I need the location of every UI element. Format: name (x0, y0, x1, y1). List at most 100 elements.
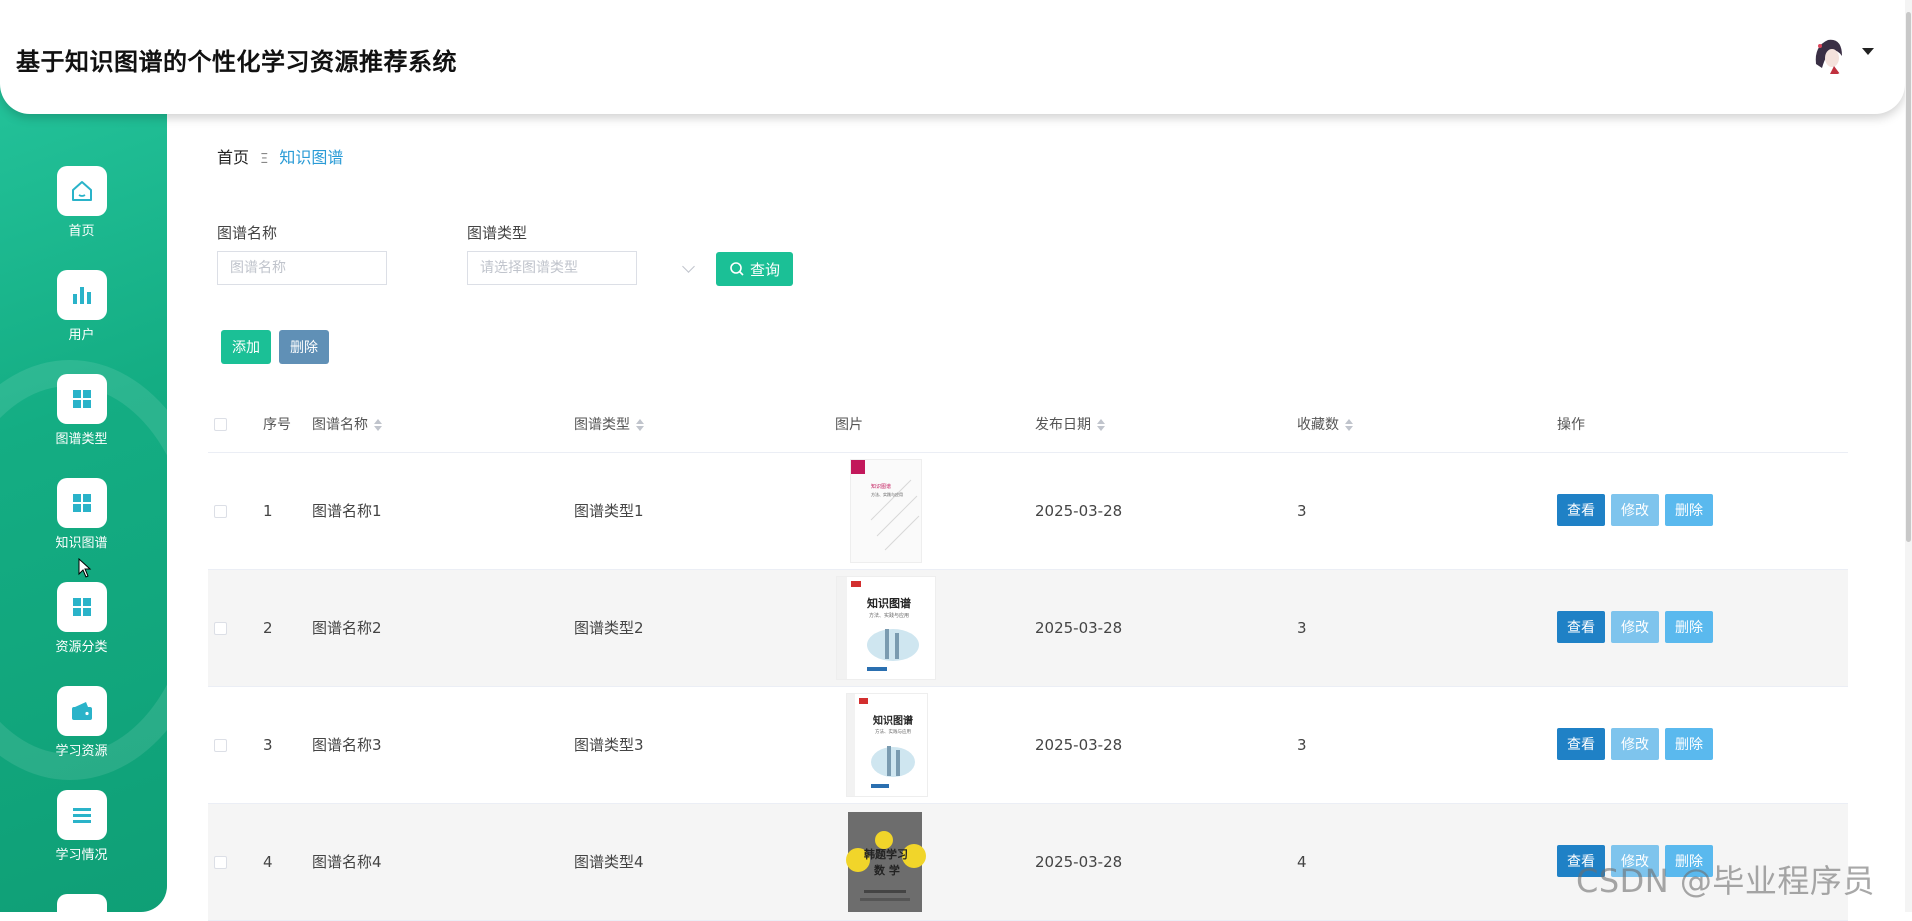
row-favorites: 4 (1297, 853, 1307, 871)
type-select[interactable] (467, 251, 637, 285)
row-checkbox[interactable] (214, 739, 227, 752)
row-name: 图谱名称3 (312, 736, 382, 754)
sort-icon[interactable] (636, 419, 644, 431)
book-cover-image: 知识图谱 方法、实践与应用 (850, 459, 922, 563)
column-header-name[interactable]: 图谱名称 (312, 398, 382, 452)
row-type: 图谱类型4 (574, 853, 644, 871)
book-cover-image: 韩题学习 数 学 (844, 810, 926, 914)
row-date: 2025-03-28 (1035, 853, 1123, 871)
user-menu-dropdown-icon[interactable] (1862, 48, 1874, 55)
wallet-icon (56, 686, 107, 736)
svg-text:韩题学习: 韩题学习 (864, 847, 908, 861)
list-icon (56, 790, 107, 840)
sidebar-item-more[interactable] (0, 894, 163, 912)
row-type: 图谱类型3 (574, 736, 644, 754)
list-icon (56, 894, 107, 912)
svg-text:数 学: 数 学 (874, 863, 900, 877)
sidebar-item-label: 图谱类型 (55, 432, 108, 447)
row-checkbox[interactable] (214, 622, 227, 635)
edit-button[interactable]: 修改 (1611, 728, 1659, 760)
book-cover-art: 知识图谱 方法、实践与应用 (837, 577, 919, 679)
sidebar-item-label: 用户 (68, 328, 95, 343)
add-button[interactable]: 添加 (221, 330, 271, 364)
name-search-input[interactable] (217, 251, 387, 285)
column-header-image: 图片 (835, 417, 863, 433)
row-name: 图谱名称4 (312, 853, 382, 871)
row-favorites: 3 (1297, 736, 1307, 754)
column-header-favorites[interactable]: 收藏数 (1297, 398, 1353, 452)
sidebar-item-label: 首页 (68, 224, 95, 239)
breadcrumb-home[interactable]: 首页 (217, 148, 249, 167)
row-date: 2025-03-28 (1035, 736, 1123, 754)
column-header-type-label: 图谱类型 (574, 417, 630, 433)
svg-text:方法、实践与应用: 方法、实践与应用 (871, 491, 903, 497)
query-button[interactable]: 查询 (716, 252, 793, 286)
sidebar-item-label: 知识图谱 (55, 536, 108, 551)
sidebar-item-resource-category[interactable]: 资源分类 (0, 582, 163, 655)
book-cover-image: 知识图谱 方法、实践与应用 (836, 576, 936, 680)
avatar[interactable] (1808, 34, 1850, 76)
column-header-date-label: 发布日期 (1035, 417, 1091, 433)
sidebar-item-graph-type[interactable]: 图谱类型 (0, 374, 163, 447)
book-cover-art: 知识图谱 方法、实践与应用 (847, 694, 915, 796)
row-type: 图谱类型1 (574, 502, 644, 520)
page-scrollbar[interactable] (1905, 0, 1912, 912)
row-checkbox[interactable] (214, 856, 227, 869)
view-button[interactable]: 查看 (1557, 494, 1605, 526)
svg-text:知识图谱: 知识图谱 (866, 596, 911, 610)
watermark: CSDN @毕业程序员 (1576, 862, 1875, 900)
sidebar-item-learning-status[interactable]: 学习情况 (0, 790, 163, 863)
row-checkbox[interactable] (214, 505, 227, 518)
column-header-index: 序号 (263, 417, 291, 433)
delete-button[interactable]: 删除 (1665, 494, 1713, 526)
knowledge-graph-table: 序号 图谱名称 图谱类型 图片 发布日期 收藏数 操作 1 图谱名称1 图谱类型… (208, 398, 1848, 921)
query-button-label: 查询 (749, 260, 780, 279)
column-header-actions: 操作 (1557, 417, 1585, 433)
top-header: 基于知识图谱的个性化学习资源推荐系统 (0, 0, 1905, 114)
column-header-type[interactable]: 图谱类型 (574, 398, 644, 452)
sidebar: 首页 用户 图谱类型 知识图谱 资源分类 学习资源 学习情况 (0, 0, 167, 912)
breadcrumb-current: 知识图谱 (279, 148, 344, 167)
grid-icon (56, 478, 107, 528)
svg-text:方法、实践与应用: 方法、实践与应用 (875, 728, 911, 735)
scrollbar-thumb[interactable] (1906, 12, 1911, 542)
select-all-checkbox[interactable] (214, 418, 227, 431)
name-filter-label: 图谱名称 (217, 224, 278, 242)
chevron-down-icon[interactable] (682, 260, 695, 273)
breadcrumb-separator-icon: Ξ (260, 152, 269, 167)
row-index: 2 (263, 619, 273, 637)
view-button[interactable]: 查看 (1557, 611, 1605, 643)
book-cover-art: 知识图谱 方法、实践与应用 (851, 460, 920, 551)
sort-icon[interactable] (374, 419, 382, 431)
sidebar-item-learning-resource[interactable]: 学习资源 (0, 686, 163, 759)
sort-icon[interactable] (1345, 419, 1353, 431)
sort-icon[interactable] (1097, 419, 1105, 431)
user-avatar-icon (1815, 39, 1842, 74)
batch-delete-button[interactable]: 删除 (279, 330, 329, 364)
row-index: 1 (263, 502, 273, 520)
row-favorites: 3 (1297, 502, 1307, 520)
row-index: 3 (263, 736, 273, 754)
sidebar-item-home[interactable]: 首页 (0, 166, 163, 239)
grid-icon (56, 374, 107, 424)
edit-button[interactable]: 修改 (1611, 494, 1659, 526)
column-header-date[interactable]: 发布日期 (1035, 398, 1105, 452)
view-button[interactable]: 查看 (1557, 728, 1605, 760)
table-row: 3 图谱名称3 图谱类型3 知识图谱 方法、实践与应用 2025-03-28 3… (208, 687, 1848, 804)
book-cover-art: 韩题学习 数 学 (846, 812, 926, 912)
table-header: 序号 图谱名称 图谱类型 图片 发布日期 收藏数 操作 (208, 398, 1848, 453)
edit-button[interactable]: 修改 (1611, 611, 1659, 643)
sidebar-item-label: 学习资源 (55, 744, 108, 759)
row-index: 4 (263, 853, 273, 871)
row-date: 2025-03-28 (1035, 502, 1123, 520)
svg-text:知识图谱: 知识图谱 (872, 714, 913, 727)
row-favorites: 3 (1297, 619, 1307, 637)
delete-button[interactable]: 删除 (1665, 728, 1713, 760)
column-header-favorites-label: 收藏数 (1297, 417, 1339, 433)
delete-button[interactable]: 删除 (1665, 611, 1713, 643)
sidebar-item-knowledge-graph[interactable]: 知识图谱 (0, 478, 163, 551)
mouse-cursor-icon (78, 558, 92, 578)
row-type: 图谱类型2 (574, 619, 644, 637)
app-title: 基于知识图谱的个性化学习资源推荐系统 (16, 48, 457, 76)
sidebar-item-users[interactable]: 用户 (0, 270, 163, 343)
